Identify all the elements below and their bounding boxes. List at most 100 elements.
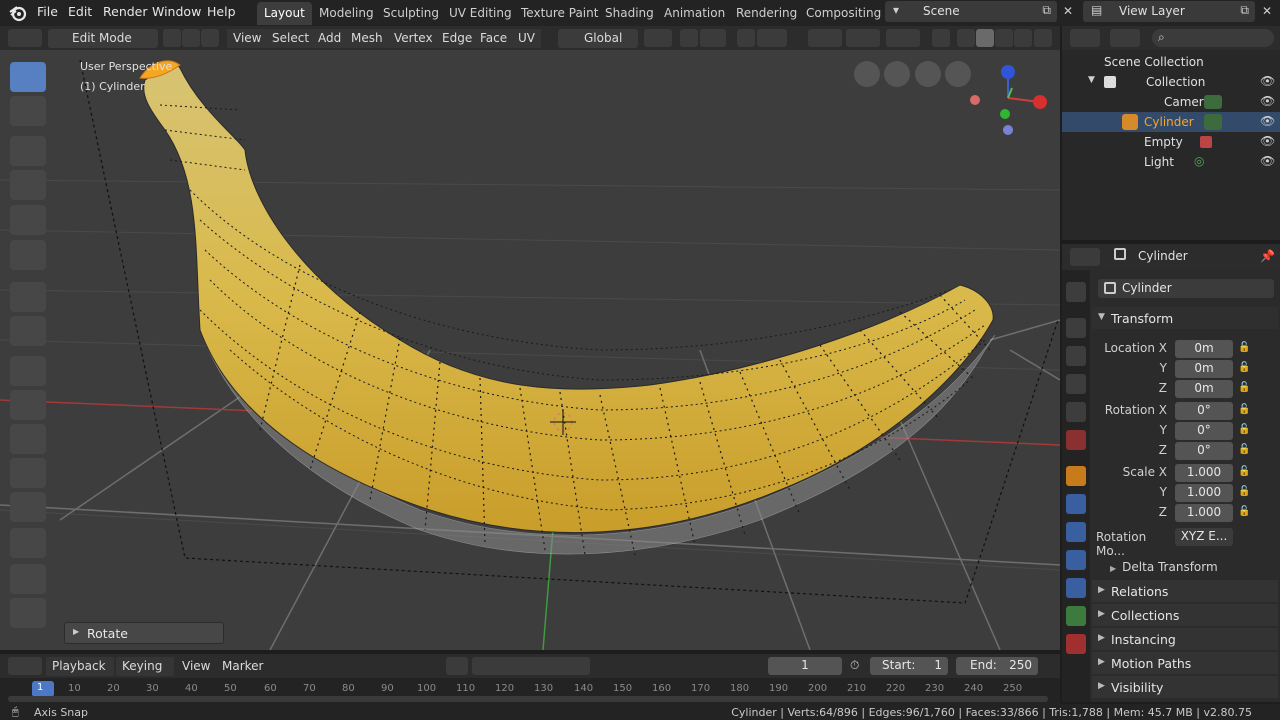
checkbox-icon[interactable]: [1104, 76, 1116, 88]
eye-icon[interactable]: 👁: [1260, 154, 1275, 168]
cursor-tool-icon[interactable]: [10, 96, 46, 126]
tool-tab-icon[interactable]: [1066, 282, 1086, 302]
keying-menu[interactable]: Keying: [116, 657, 174, 676]
lock-icon[interactable]: 🔓: [1238, 444, 1250, 455]
world-tab-icon[interactable]: [1066, 430, 1086, 450]
scale-y-field[interactable]: 1.000: [1175, 484, 1233, 502]
menu-vertex[interactable]: Vertex: [388, 29, 439, 48]
shading-options-icon[interactable]: [1034, 29, 1052, 47]
scale-x-field[interactable]: 1.000: [1175, 464, 1233, 482]
motion-paths-panel-header[interactable]: ▶ Motion Paths: [1092, 652, 1278, 674]
rotation-z-field[interactable]: 0°: [1175, 442, 1233, 460]
record-icon[interactable]: [446, 657, 468, 675]
render-tab-icon[interactable]: [1066, 318, 1086, 338]
edge-select-icon[interactable]: [182, 29, 200, 47]
lock-icon[interactable]: 🔓: [1238, 424, 1250, 435]
scene-tab-icon[interactable]: [1066, 402, 1086, 422]
measure-tool-icon[interactable]: [10, 316, 46, 346]
outliner-row-empty[interactable]: Empty 👁: [1062, 132, 1280, 152]
menu-edit[interactable]: Edit: [68, 4, 92, 19]
snap-target-icon[interactable]: [700, 29, 726, 47]
poly-build-tool-icon[interactable]: [10, 528, 46, 558]
3d-viewport[interactable]: User Perspective (1) Cylinder ▶ Rotate: [0, 50, 1060, 650]
data-tab-icon[interactable]: [1066, 606, 1086, 626]
outliner-row-scene-collection[interactable]: Scene Collection: [1062, 52, 1280, 72]
visibility-panel-header[interactable]: ▶ Visibility: [1092, 676, 1278, 698]
new-view-layer-icon[interactable]: ⧉: [1240, 3, 1249, 18]
knife-tool-icon[interactable]: [10, 492, 46, 522]
lock-icon[interactable]: 🔓: [1238, 466, 1250, 477]
rendered-shading-icon[interactable]: [1014, 29, 1032, 47]
rotate-tool-icon[interactable]: [10, 170, 46, 200]
annotate-tool-icon[interactable]: [10, 282, 46, 312]
face-select-icon[interactable]: [201, 29, 219, 47]
playback-menu[interactable]: Playback: [46, 657, 114, 676]
new-scene-icon[interactable]: ⧉: [1042, 3, 1051, 18]
tab-layout[interactable]: Layout: [257, 2, 312, 25]
menu-add[interactable]: Add: [312, 29, 348, 48]
location-y-field[interactable]: 0m: [1175, 360, 1233, 378]
location-x-field[interactable]: 0m: [1175, 340, 1233, 358]
rotation-mode-select[interactable]: XYZ E...: [1175, 528, 1233, 546]
menu-face[interactable]: Face: [474, 29, 514, 48]
bevel-tool-icon[interactable]: [10, 424, 46, 454]
editor-type-icon[interactable]: [8, 29, 42, 47]
timeline-ruler[interactable]: 1 10 20 30 40 50 60 70 80 90 100 110 120…: [0, 678, 1060, 704]
view-layer-selector[interactable]: View Layer ▤ ⧉: [1083, 1, 1255, 22]
select-box-tool-icon[interactable]: [10, 62, 46, 92]
material-tab-icon[interactable]: [1066, 634, 1086, 654]
blender-logo-icon[interactable]: [8, 3, 28, 23]
vertex-select-icon[interactable]: [163, 29, 181, 47]
stopwatch-icon[interactable]: ⏱: [850, 658, 859, 673]
lock-icon[interactable]: 🔓: [1238, 486, 1250, 497]
rotation-x-field[interactable]: 0°: [1175, 402, 1233, 420]
start-frame-field[interactable]: Start: 1: [870, 657, 948, 675]
instancing-panel-header[interactable]: ▶ Instancing: [1092, 628, 1278, 650]
menu-select[interactable]: Select: [266, 29, 316, 48]
object-tab-icon[interactable]: [1066, 466, 1086, 486]
tab-rendering[interactable]: Rendering: [729, 2, 804, 25]
outliner-row-light[interactable]: Light ◎ 👁: [1062, 152, 1280, 172]
wireframe-shading-icon[interactable]: [957, 29, 975, 47]
menu-edge[interactable]: Edge: [436, 29, 479, 48]
particles-tab-icon[interactable]: [1066, 522, 1086, 542]
last-operator-panel[interactable]: ▶ Rotate: [64, 622, 224, 644]
tab-compositing[interactable]: Compositing: [799, 2, 888, 25]
menu-render[interactable]: Render: [103, 4, 148, 19]
properties-editor-type-icon[interactable]: [1070, 248, 1100, 266]
menu-file[interactable]: File: [37, 4, 58, 19]
extrude-tool-icon[interactable]: [10, 356, 46, 386]
spin-tool-icon[interactable]: [10, 564, 46, 594]
scale-z-field[interactable]: 1.000: [1175, 504, 1233, 522]
outliner-row-cylinder[interactable]: Cylinder 👁: [1062, 112, 1280, 132]
menu-uv[interactable]: UV: [512, 29, 541, 48]
physics-tab-icon[interactable]: [1066, 550, 1086, 570]
loop-cut-tool-icon[interactable]: [10, 458, 46, 488]
tab-texture-paint[interactable]: Texture Paint: [514, 2, 605, 25]
material-shading-icon[interactable]: [995, 29, 1013, 47]
tab-shading[interactable]: Shading: [598, 2, 661, 25]
delta-transform-subpanel[interactable]: ▶ Delta Transform: [1110, 560, 1218, 574]
orientation-selector[interactable]: Global: [558, 29, 638, 48]
navigation-gizmo[interactable]: [850, 58, 1055, 148]
solid-shading-icon[interactable]: [976, 29, 994, 47]
menu-window[interactable]: Window: [152, 4, 201, 19]
move-tool-icon[interactable]: [10, 136, 46, 166]
falloff-icon[interactable]: [757, 29, 787, 47]
menu-mesh[interactable]: Mesh: [345, 29, 389, 48]
pin-icon[interactable]: 📌: [1260, 249, 1275, 263]
view-layer-tab-icon[interactable]: [1066, 374, 1086, 394]
modifier-tab-icon[interactable]: [1066, 494, 1086, 514]
tab-sculpting[interactable]: Sculpting: [376, 2, 446, 25]
xray-icon[interactable]: [932, 29, 950, 47]
overlay-icon[interactable]: [886, 29, 920, 47]
display-mode-icon[interactable]: [1110, 29, 1140, 47]
proportional-edit-icon[interactable]: [737, 29, 755, 47]
scene-selector[interactable]: Scene ▾ ⧉: [885, 1, 1057, 22]
lock-icon[interactable]: 🔓: [1238, 506, 1250, 517]
collections-panel-header[interactable]: ▶ Collections: [1092, 604, 1278, 626]
transform-tool-icon[interactable]: [10, 240, 46, 270]
snap-icon[interactable]: [680, 29, 698, 47]
visibility-icon[interactable]: [808, 29, 842, 47]
menu-view[interactable]: View: [227, 29, 268, 48]
